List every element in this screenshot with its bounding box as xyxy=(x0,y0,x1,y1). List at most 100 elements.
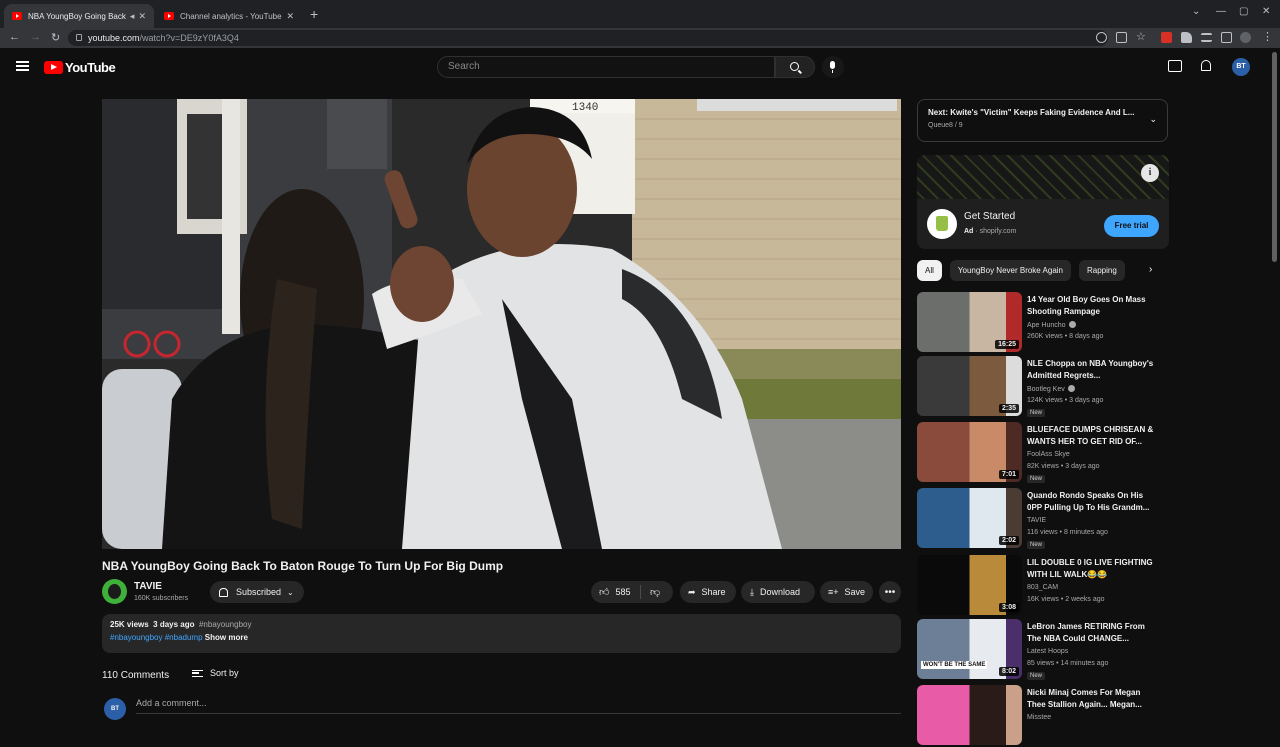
page-scrollbar[interactable] xyxy=(1272,52,1277,262)
chevron-down-icon[interactable]: ⌄ xyxy=(1149,114,1157,125)
recommendation-meta: 16K views • 2 weeks ago xyxy=(1027,596,1105,603)
recommendation-item[interactable]: 16:25 14 Year Old Boy Goes On Mass Shooti… xyxy=(917,292,1167,354)
chevron-down-icon[interactable]: ⌄ xyxy=(1192,6,1200,17)
close-window-icon[interactable]: ✕ xyxy=(1262,6,1270,17)
recommendation-title[interactable]: LIL DOUBLE 0 IG LIVE FIGHTING WITH LIL W… xyxy=(1027,557,1157,581)
video-thumbnail[interactable]: 3:08 xyxy=(917,555,1022,615)
browser-tab-analytics[interactable]: Channel analytics - YouTube St ✕ xyxy=(156,4,302,28)
recommendation-title[interactable]: NLE Choppa on NBA Youngboy's Admitted Re… xyxy=(1027,358,1157,382)
video-thumbnail[interactable]: 7:01 xyxy=(917,422,1022,482)
header-hashtag[interactable]: #nbayoungboy xyxy=(199,620,252,629)
sponsored-ad[interactable]: i Get Started Ad · shopify.com Free tria… xyxy=(917,155,1169,249)
new-tab-button[interactable]: + xyxy=(310,6,318,22)
browser-tab-bar: NBA YoungBoy Going Back ◂ ✕ Channel anal… xyxy=(0,0,1280,28)
reload-icon[interactable]: ↻ xyxy=(51,31,60,44)
chevron-right-icon[interactable]: › xyxy=(1149,264,1152,275)
recommendation-meta: 116 views • 8 minutes ago xyxy=(1027,529,1108,536)
puzzle-icon[interactable] xyxy=(1181,32,1192,43)
close-tab-icon[interactable]: ✕ xyxy=(286,11,294,22)
search-input[interactable]: Search xyxy=(437,56,775,78)
download-button[interactable]: ⤓ Download xyxy=(741,581,815,603)
hashtag-link[interactable]: #nbayoungboy xyxy=(110,633,163,642)
chip-youngboy[interactable]: YoungBoy Never Broke Again xyxy=(949,260,1071,281)
recommendation-item[interactable]: WON'T BE THE SAME 8:02 LeBron James RETIRI… xyxy=(917,619,1167,681)
more-actions-button[interactable]: ••• xyxy=(879,581,901,603)
hashtag-link[interactable]: #nbadump xyxy=(165,633,203,642)
minimize-icon[interactable]: — xyxy=(1216,6,1226,17)
recommendation-channel: Bootleg Kev xyxy=(1027,385,1075,393)
video-player[interactable]: 1340 xyxy=(102,99,901,549)
queue-panel[interactable]: Next: Kwite's "Victim" Keeps Faking Evid… xyxy=(917,99,1168,142)
back-icon[interactable]: ← xyxy=(9,31,20,43)
url-field[interactable]: youtube.com/watch?v=DE9zY0fA3Q4 xyxy=(68,30,1108,46)
share-page-icon[interactable] xyxy=(1116,32,1127,43)
chip-all[interactable]: All xyxy=(917,260,942,281)
channel-label: Ape Huncho xyxy=(1027,322,1066,329)
subscribed-button[interactable]: Subscribed ⌄ xyxy=(210,581,304,603)
recommendation-item[interactable]: 3:08 LIL DOUBLE 0 IG LIVE FIGHTING WITH L… xyxy=(917,555,1167,617)
description-box[interactable]: 25K views 3 days ago #nbayoungboy #nbayo… xyxy=(102,614,901,653)
save-button[interactable]: ≡+ Save xyxy=(820,581,873,603)
channel-label: TAVIE xyxy=(1027,517,1047,524)
restore-icon[interactable]: ▢ xyxy=(1239,6,1248,17)
sort-by-button[interactable]: Sort by xyxy=(192,668,239,678)
show-more-button[interactable]: Show more xyxy=(205,633,248,642)
recommendation-title[interactable]: Nicki Minaj Comes For Megan Thee Stallio… xyxy=(1027,687,1157,711)
notifications-bell-icon[interactable] xyxy=(1199,60,1213,72)
sort-icon xyxy=(192,669,203,677)
recommendation-item[interactable]: 2:35 NLE Choppa on NBA Youngboy's Admitte… xyxy=(917,356,1167,418)
free-trial-button[interactable]: Free trial xyxy=(1104,215,1159,237)
download-page-icon[interactable] xyxy=(1096,32,1107,43)
channel-label: FoolAss Skye xyxy=(1027,451,1070,458)
close-tab-icon[interactable]: ✕ xyxy=(138,11,146,22)
extension-icon[interactable] xyxy=(1161,32,1172,43)
share-button[interactable]: ➦ Share xyxy=(680,581,736,603)
hamburger-menu-icon[interactable] xyxy=(16,61,29,71)
info-icon[interactable]: i xyxy=(1141,164,1159,182)
bookmark-star-icon[interactable]: ☆ xyxy=(1136,30,1146,43)
channel-label: Latest Hoops xyxy=(1027,648,1069,655)
share-label: Share xyxy=(701,587,726,597)
add-comment-input[interactable]: Add a comment... xyxy=(136,698,901,714)
recommendation-item[interactable]: 2:02 Quando Rondo Speaks On His 0PP Pulli… xyxy=(917,488,1167,550)
recommendation-meta: 85 views • 14 minutes ago xyxy=(1027,660,1109,667)
create-video-icon[interactable] xyxy=(1168,60,1182,72)
video-title: NBA YoungBoy Going Back To Baton Rouge T… xyxy=(102,559,504,573)
chip-rapping[interactable]: Rapping xyxy=(1079,260,1125,281)
lock-icon xyxy=(76,34,82,41)
voice-search-mic-icon[interactable] xyxy=(822,56,844,78)
reading-list-icon[interactable] xyxy=(1201,33,1212,42)
recommendation-meta: 82K views • 3 days ago xyxy=(1027,463,1100,470)
bell-icon xyxy=(219,587,228,597)
account-avatar[interactable]: BT xyxy=(1232,58,1250,76)
recommendation-item[interactable]: Nicki Minaj Comes For Megan Thee Stallio… xyxy=(917,685,1167,747)
video-thumbnail[interactable]: 2:02 xyxy=(917,488,1022,548)
queue-position: Queue8 / 9 xyxy=(928,122,963,129)
menu-dots-icon[interactable]: ⋮ xyxy=(1262,30,1273,43)
recommendation-title[interactable]: BLUEFACE DUMPS CHRISEAN & WANTS HER TO G… xyxy=(1027,424,1157,448)
youtube-logo[interactable]: YouTube xyxy=(44,60,116,75)
video-thumbnail[interactable] xyxy=(917,685,1022,745)
like-button[interactable]: 👍︎ 585 xyxy=(591,585,641,599)
video-thumbnail[interactable]: WON'T BE THE SAME 8:02 xyxy=(917,619,1022,679)
more-dots-icon: ••• xyxy=(884,586,896,598)
video-thumbnail[interactable]: 2:35 xyxy=(917,356,1022,416)
shopify-logo-icon xyxy=(927,209,957,239)
profile-icon[interactable] xyxy=(1240,32,1251,43)
recommendation-item[interactable]: 7:01 BLUEFACE DUMPS CHRISEAN & WANTS HER … xyxy=(917,422,1167,484)
video-thumbnail[interactable]: 16:25 xyxy=(917,292,1022,352)
browser-tab-active[interactable]: NBA YoungBoy Going Back ◂ ✕ xyxy=(4,4,154,28)
dislike-button[interactable]: 👎︎ xyxy=(641,586,660,598)
side-panel-icon[interactable] xyxy=(1221,32,1232,43)
view-count: 25K views xyxy=(110,620,149,629)
recommendation-title[interactable]: LeBron James RETIRING From The NBA Could… xyxy=(1027,621,1157,645)
upload-date: 3 days ago xyxy=(153,620,195,629)
channel-name[interactable]: TAVIE xyxy=(134,581,162,592)
recommendation-title[interactable]: Quando Rondo Speaks On His 0PP Pulling U… xyxy=(1027,490,1157,514)
address-bar-row: ← → ↻ youtube.com/watch?v=DE9zY0fA3Q4 ☆ … xyxy=(0,28,1280,48)
channel-avatar[interactable] xyxy=(102,579,127,604)
recommendation-meta: 124K views • 3 days ago xyxy=(1027,397,1104,404)
recommendation-title[interactable]: 14 Year Old Boy Goes On Mass Shooting Ra… xyxy=(1027,294,1157,318)
forward-icon[interactable]: → xyxy=(30,31,41,43)
search-button[interactable] xyxy=(775,56,815,78)
